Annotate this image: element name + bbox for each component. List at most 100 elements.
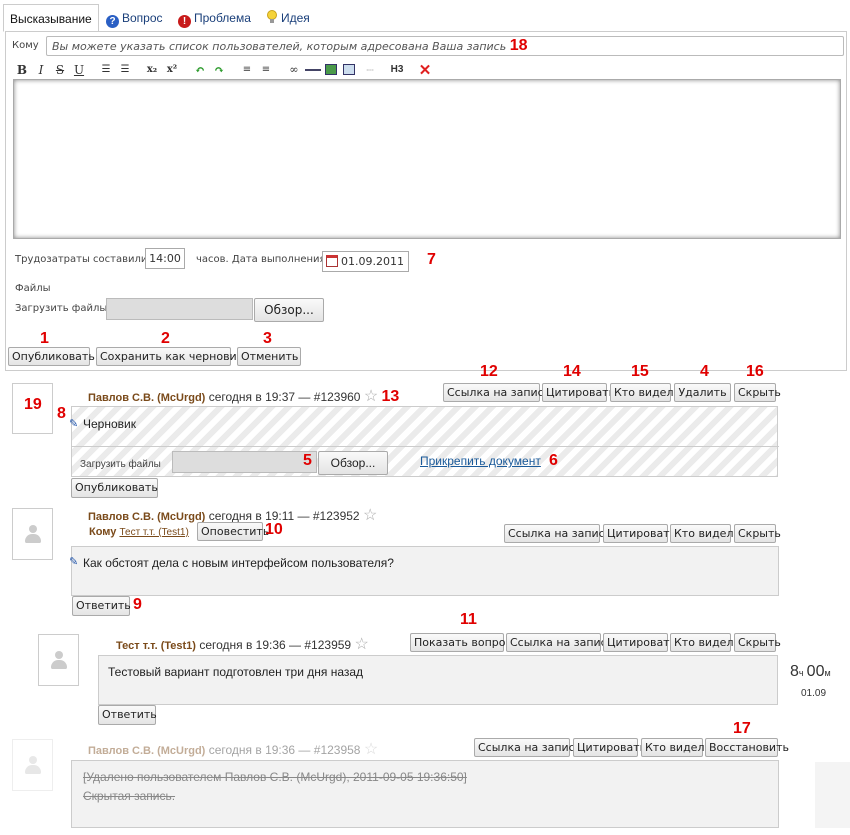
clear-format-icon[interactable]: ✕ xyxy=(417,62,433,78)
hide-button[interactable]: Скрыть xyxy=(734,383,781,402)
pencil-icon[interactable]: ✎ xyxy=(69,555,78,568)
marker-1: 1 xyxy=(40,330,49,347)
browse-button[interactable]: Обзор... xyxy=(318,451,388,475)
pencil-icon[interactable]: ✎ xyxy=(69,417,78,430)
outdent-icon[interactable]: ☰ xyxy=(98,62,114,78)
table-icon[interactable] xyxy=(341,62,357,78)
post-composer: Кому Вы можете указать список пользовате… xyxy=(5,31,847,371)
avatar xyxy=(12,739,53,791)
tab-statement[interactable]: Высказывание xyxy=(3,4,99,32)
to-label: Кому xyxy=(89,526,117,538)
recipients-line: Кому Тест т.т. (Test1) xyxy=(89,526,189,538)
link-icon[interactable]: ∞ xyxy=(286,62,302,78)
superscript-icon[interactable]: x² xyxy=(164,62,180,78)
recipients-input[interactable]: Вы можете указать список пользователей, … xyxy=(46,36,844,56)
post-text[interactable]: Как обстоят дела с новым интерфейсом пол… xyxy=(83,556,394,570)
marker-6: 6 xyxy=(549,452,558,469)
avatar[interactable] xyxy=(12,508,53,560)
post-meta: сегодня в 19:11 — #123952 xyxy=(208,509,360,523)
post-author[interactable]: Павлов С.В. (McUrgd) xyxy=(88,745,205,757)
deleted-post-body: [Удалено пользователем Павлов С.В. (McUr… xyxy=(71,760,779,828)
who-viewed-button[interactable]: Кто видел? xyxy=(670,633,739,652)
star-icon[interactable]: ☆ xyxy=(354,636,368,653)
marker-4: 4 xyxy=(700,363,709,380)
question-icon: ? xyxy=(106,15,119,28)
restore-button[interactable]: Восстановить xyxy=(705,738,789,757)
notify-button[interactable]: Оповестить xyxy=(197,522,269,541)
redo-icon[interactable]: ↷ xyxy=(211,62,227,78)
quote-button[interactable]: Цитировать xyxy=(573,738,646,757)
ordered-list-icon[interactable]: ≡ xyxy=(239,62,255,78)
post-author[interactable]: Павлов С.В. (McUrgd) xyxy=(88,511,205,523)
post-text[interactable]: Черновик xyxy=(83,417,136,431)
date-input[interactable]: 01.09.2011 xyxy=(322,251,409,272)
post-link-button[interactable]: Ссылка на запись xyxy=(443,383,550,402)
avatar[interactable] xyxy=(38,634,79,686)
tab-problem[interactable]: ! Проблема xyxy=(178,4,251,32)
quote-button[interactable]: Цитировать xyxy=(603,633,676,652)
exclamation-icon: ! xyxy=(178,15,191,28)
hide-button[interactable]: Скрыть xyxy=(734,524,781,543)
who-viewed-button[interactable]: Кто видел? xyxy=(641,738,710,757)
horizontal-rule-icon[interactable] xyxy=(305,62,321,78)
strikethrough-icon[interactable]: S xyxy=(52,62,68,78)
hide-button[interactable]: Скрыть xyxy=(734,633,781,652)
effort-input[interactable]: 14:00 xyxy=(145,248,185,269)
tab-question[interactable]: ? Вопрос xyxy=(106,4,163,32)
save-draft-button[interactable]: Сохранить как черновик xyxy=(96,347,243,366)
post-author[interactable]: Павлов С.В. (McUrgd) xyxy=(88,392,205,404)
post-link-button[interactable]: Ссылка на запись xyxy=(504,524,611,543)
text-editor[interactable] xyxy=(13,79,841,239)
marker-18: 18 xyxy=(509,37,528,54)
undo-icon[interactable]: ↶ xyxy=(192,62,208,78)
publish-button[interactable]: Опубликовать xyxy=(8,347,95,366)
post-author[interactable]: Тест т.т. (Test1) xyxy=(116,640,196,652)
calendar-icon[interactable] xyxy=(326,255,338,267)
deleted-notice: [Удалено пользователем Павлов С.В. (McUr… xyxy=(83,770,467,784)
post-link-button[interactable]: Ссылка на запись xyxy=(506,633,613,652)
browse-button[interactable]: Обзор... xyxy=(254,298,324,322)
quote-button[interactable]: Цитировать xyxy=(603,524,676,543)
reply-button[interactable]: Ответить xyxy=(72,596,131,616)
upload-label: Загрузить файлы xyxy=(15,303,108,314)
post-text[interactable]: Тестовый вариант подготовлен три дня наз… xyxy=(108,665,363,679)
quote-button[interactable]: Цитировать xyxy=(542,383,615,402)
marker-13: 13 xyxy=(381,388,400,405)
h3-icon[interactable]: H3 xyxy=(387,62,407,78)
image-icon[interactable] xyxy=(323,62,339,78)
unordered-list-icon[interactable]: ≡ xyxy=(258,62,274,78)
publish-button[interactable]: Опубликовать xyxy=(71,478,158,498)
who-viewed-button[interactable]: Кто видел? xyxy=(610,383,679,402)
star-icon[interactable]: ☆ xyxy=(364,741,378,758)
italic-icon[interactable]: I xyxy=(33,62,49,78)
who-viewed-button[interactable]: Кто видел? xyxy=(670,524,739,543)
dotted-line-icon[interactable]: ┈ xyxy=(362,62,378,78)
attach-document-link[interactable]: Прикрепить документ xyxy=(420,454,541,468)
file-path-input[interactable] xyxy=(172,451,317,473)
subscript-icon[interactable]: x₂ xyxy=(144,62,160,78)
star-icon[interactable]: ☆ xyxy=(363,507,377,524)
delete-button[interactable]: Удалить xyxy=(674,383,731,402)
reply-button[interactable]: Ответить xyxy=(98,705,157,725)
indent-icon[interactable]: ☰ xyxy=(117,62,133,78)
marker-3: 3 xyxy=(263,330,272,347)
bold-icon[interactable]: B xyxy=(14,62,30,78)
post-link-button[interactable]: Ссылка на запись xyxy=(474,738,581,757)
cancel-button[interactable]: Отменить xyxy=(237,347,301,366)
show-question-button[interactable]: Показать вопрос xyxy=(410,633,512,652)
tab-idea[interactable]: Идея xyxy=(266,4,310,32)
marker-9: 9 xyxy=(133,596,142,613)
star-icon[interactable]: ☆ xyxy=(364,388,378,405)
post-body: ✎ Как обстоят дела с новым интерфейсом п… xyxy=(69,546,779,596)
underline-icon[interactable]: U xyxy=(71,62,87,78)
recipient-link[interactable]: Тест т.т. (Test1) xyxy=(119,527,188,538)
side-panel xyxy=(815,762,850,828)
marker-17: 17 xyxy=(733,720,751,737)
file-path-input[interactable] xyxy=(106,298,253,320)
date-label: часов. Дата выполнения xyxy=(196,254,326,265)
marker-11: 11 xyxy=(460,611,477,628)
marker-19: 19 xyxy=(24,396,42,413)
to-label: Кому xyxy=(12,40,39,51)
marker-2: 2 xyxy=(161,330,170,347)
post-meta: сегодня в 19:36 — #123958 xyxy=(208,743,361,757)
